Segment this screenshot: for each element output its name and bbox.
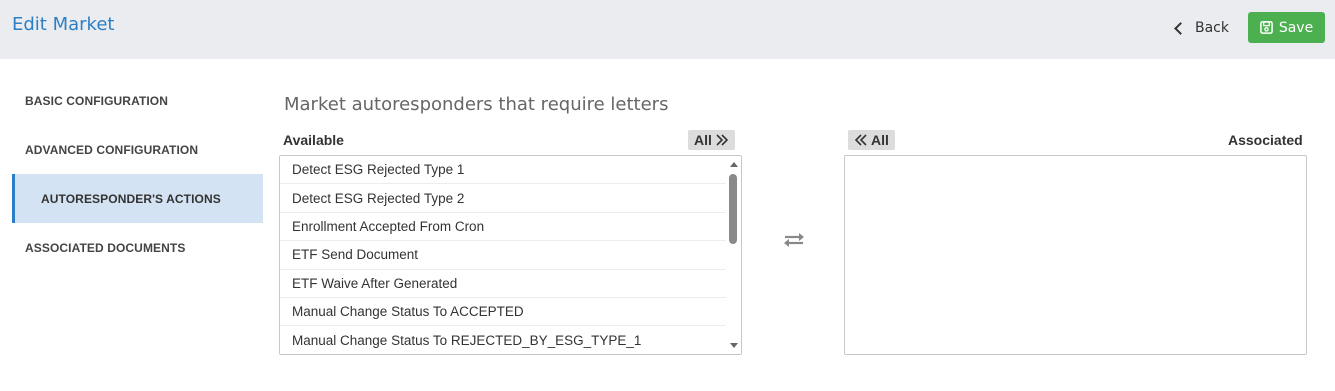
available-list-scrollbar[interactable] (726, 156, 741, 354)
back-button-label: Back (1195, 20, 1229, 36)
chevron-left-icon (1174, 21, 1187, 35)
associated-list[interactable] (844, 155, 1307, 355)
floppy-disk-icon (1259, 21, 1273, 34)
available-label: Available (283, 132, 344, 148)
scroll-up-arrow-icon[interactable] (730, 162, 738, 167)
save-button-label: Save (1278, 19, 1314, 36)
page-title: Edit Market (12, 14, 115, 35)
double-chevron-left-icon (854, 134, 867, 146)
move-all-right-button[interactable]: All (688, 130, 735, 150)
move-all-left-button[interactable]: All (848, 130, 895, 150)
page-header: Edit Market Back Save (0, 0, 1335, 59)
available-list[interactable]: Detect ESG Rejected Type 1 Detect ESG Re… (279, 155, 742, 355)
sidebar-nav: BASIC CONFIGURATION ADVANCED CONFIGURATI… (12, 76, 263, 272)
sidebar-item-associated-documents[interactable]: ASSOCIATED DOCUMENTS (12, 223, 263, 272)
scrollbar-thumb[interactable] (729, 174, 737, 244)
move-all-right-label: All (694, 132, 712, 148)
list-item[interactable]: Manual Change Status To ACCEPTED (280, 298, 741, 327)
list-item[interactable]: Enrollment Accepted From Cron (280, 213, 741, 242)
scroll-down-arrow-icon[interactable] (730, 343, 738, 348)
save-button[interactable]: Save (1248, 12, 1325, 43)
list-item[interactable]: Detect ESG Rejected Type 1 (280, 156, 741, 185)
list-item[interactable]: Detect ESG Rejected Type 2 (280, 184, 741, 213)
associated-label: Associated (1228, 132, 1303, 148)
sidebar-item-advanced-configuration[interactable]: ADVANCED CONFIGURATION (12, 125, 263, 174)
swap-arrows-icon (784, 233, 804, 247)
move-all-left-label: All (871, 132, 889, 148)
sidebar-item-autoresponders-actions[interactable]: AUTORESPONDER'S ACTIONS (12, 174, 263, 223)
double-chevron-right-icon (716, 134, 729, 146)
section-title: Market autoresponders that require lette… (284, 94, 669, 115)
list-item[interactable]: ETF Waive After Generated (280, 270, 741, 298)
sidebar-item-basic-configuration[interactable]: BASIC CONFIGURATION (12, 76, 263, 125)
list-item[interactable]: Manual Change Status To REJECTED_BY_ESG_… (280, 326, 741, 354)
back-button[interactable]: Back (1170, 16, 1229, 40)
list-item[interactable]: ETF Send Document (280, 241, 741, 270)
